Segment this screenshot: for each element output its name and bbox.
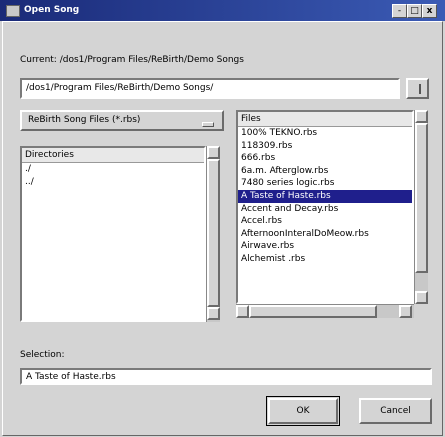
selection-label: Selection: <box>20 350 65 360</box>
file-filter-label: ReBirth Song Files (*.rbs) <box>28 115 141 125</box>
directories-scrollbar[interactable] <box>206 146 220 322</box>
file-item[interactable]: Airwave.rbs <box>238 240 412 253</box>
file-item[interactable]: Alchemist .rbs <box>238 253 412 266</box>
app-icon <box>6 5 20 17</box>
scroll-up-button[interactable] <box>415 110 428 123</box>
file-item[interactable]: 666.rbs <box>238 152 412 165</box>
scroll-up-button[interactable] <box>207 146 220 159</box>
path-input[interactable]: /dos1/Program Files/ReBirth/Demo Songs/ <box>20 78 400 99</box>
maximize-button[interactable]: □ <box>407 4 422 18</box>
scroll-left-button[interactable] <box>236 305 249 318</box>
window-title: Open Song <box>24 5 80 15</box>
close-button[interactable]: x <box>422 4 437 18</box>
files-list[interactable]: Files 100% TEKNO.rbs 118309.rbs 666.rbs … <box>236 110 414 304</box>
scroll-right-button[interactable] <box>399 305 412 318</box>
minimize-button[interactable]: - <box>392 4 407 18</box>
selection-input[interactable]: A Taste of Haste.rbs <box>20 368 432 385</box>
file-item-selected[interactable]: A Taste of Haste.rbs <box>238 189 412 203</box>
directories-list[interactable]: Directories ./ ../ <box>20 146 206 322</box>
file-item[interactable]: 6a.m. Afterglow.rbs <box>238 165 412 178</box>
file-item[interactable]: Accent and Decay.rbs <box>238 203 412 216</box>
dropdown-line-icon <box>419 84 421 94</box>
file-filter-menu[interactable]: ReBirth Song Files (*.rbs) <box>20 110 224 131</box>
files-horizontal-scrollbar[interactable] <box>236 304 414 318</box>
scroll-thumb[interactable] <box>415 123 428 273</box>
file-item[interactable]: Accel.rbs <box>238 215 412 228</box>
file-item[interactable]: 100% TEKNO.rbs <box>238 127 412 140</box>
current-directory-label: Current: /dos1/Program Files/ReBirth/Dem… <box>20 55 244 65</box>
scroll-down-button[interactable] <box>415 291 428 304</box>
file-item[interactable]: 118309.rbs <box>238 140 412 153</box>
files-vertical-scrollbar[interactable] <box>414 110 428 304</box>
ok-button[interactable]: OK <box>268 398 338 424</box>
scroll-thumb[interactable] <box>249 305 377 318</box>
directory-item[interactable]: ./ <box>22 163 204 176</box>
history-dropdown-button[interactable] <box>406 78 429 99</box>
cancel-button[interactable]: Cancel <box>359 398 432 424</box>
scroll-down-button[interactable] <box>207 307 220 320</box>
option-menu-icon <box>202 122 214 127</box>
files-header: Files <box>238 112 412 127</box>
directories-header: Directories <box>22 148 204 163</box>
file-item[interactable]: AfternoonInteralDoMeow.rbs <box>238 228 412 241</box>
directory-item[interactable]: ../ <box>22 176 204 189</box>
scroll-thumb[interactable] <box>207 159 220 307</box>
file-item[interactable]: 7480 series logic.rbs <box>238 177 412 190</box>
